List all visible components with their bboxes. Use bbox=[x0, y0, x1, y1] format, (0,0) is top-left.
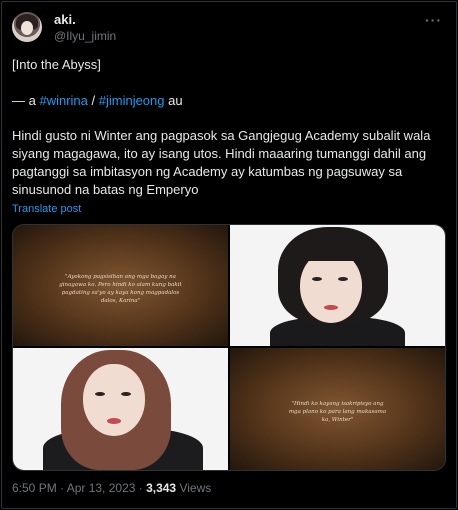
tweet-body-text: Hindi gusto ni Winter ang pagpasok sa Ga… bbox=[12, 128, 431, 197]
tags-prefix: — a bbox=[12, 93, 40, 108]
translate-post-link[interactable]: Translate post bbox=[12, 203, 81, 215]
portrait-1-bangs bbox=[296, 235, 368, 261]
tags-suffix: au bbox=[164, 93, 183, 108]
media-image-portrait-2[interactable] bbox=[13, 348, 228, 470]
tweet-tags-line: — a #winrina / #jiminjeong au bbox=[12, 92, 183, 110]
tweet-timestamp[interactable]: 6:50 PM · Apr 13, 2023 · bbox=[12, 481, 146, 495]
more-options-icon[interactable]: ··· bbox=[425, 12, 442, 28]
views-label: Views bbox=[176, 481, 212, 495]
tweet-meta: 6:50 PM · Apr 13, 2023 · 3,343 Views bbox=[12, 481, 211, 495]
portrait-1-eye-left bbox=[312, 277, 322, 281]
portrait-1-eye-right bbox=[338, 277, 348, 281]
portrait-1-face bbox=[300, 251, 362, 323]
author-display-name[interactable]: aki. bbox=[54, 12, 76, 27]
portrait-2-lips bbox=[107, 418, 121, 424]
portrait-2-eye-right bbox=[121, 392, 131, 396]
portrait-1-lips bbox=[324, 305, 338, 310]
user-avatar[interactable] bbox=[12, 12, 42, 42]
avatar-face bbox=[21, 21, 33, 35]
hashtag-jiminjeong[interactable]: #jiminjeong bbox=[99, 93, 165, 108]
media-image-quote-2[interactable]: "Hindi ko kayang isakripisyo ang mga pla… bbox=[230, 348, 445, 470]
tweet-title-line: [Into the Abyss] bbox=[12, 57, 101, 72]
quote-text-2: "Hindi ko kayang isakripisyo ang mga pla… bbox=[288, 401, 387, 423]
media-image-portrait-1[interactable] bbox=[230, 225, 445, 346]
media-image-quote-1[interactable]: "Ayokong pagsisihan ang mga bagay na gin… bbox=[13, 225, 228, 346]
portrait-2-face bbox=[83, 364, 145, 436]
views-count: 3,343 bbox=[146, 481, 177, 495]
media-grid: "Ayokong pagsisihan ang mga bagay na gin… bbox=[12, 224, 446, 471]
tags-separator: / bbox=[87, 93, 99, 108]
portrait-2-eye-left bbox=[95, 392, 105, 396]
quote-text-1: "Ayokong pagsisihan ang mga bagay na gin… bbox=[59, 274, 182, 304]
hashtag-winrina[interactable]: #winrina bbox=[39, 93, 87, 108]
author-handle[interactable]: @Ilyu_jimin bbox=[54, 29, 116, 43]
